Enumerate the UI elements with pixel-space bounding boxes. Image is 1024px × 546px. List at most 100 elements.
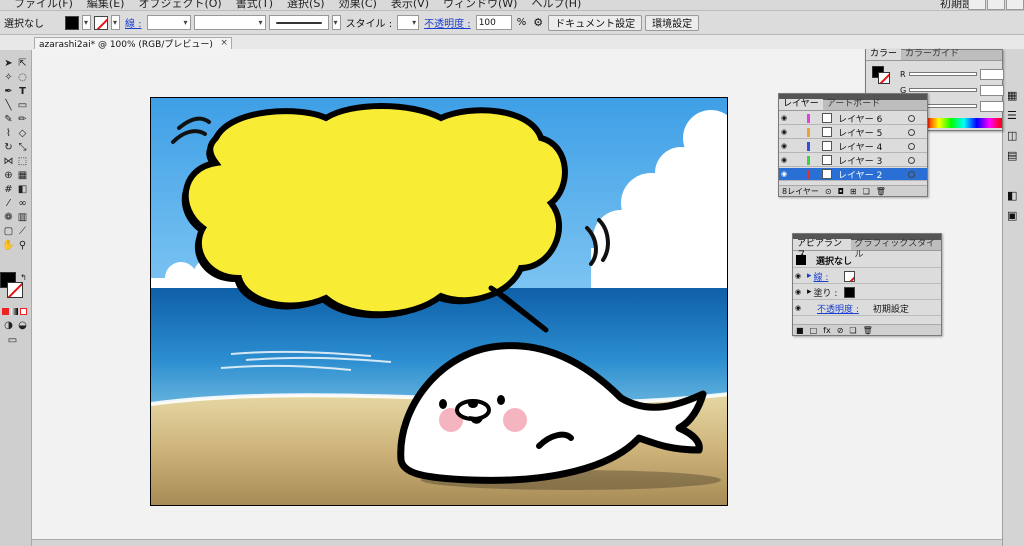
eyedropper-tool-icon[interactable]: ⁄ bbox=[2, 198, 15, 210]
visibility-eye-icon[interactable]: ◉ bbox=[779, 114, 789, 122]
visibility-eye-icon[interactable]: ◉ bbox=[793, 288, 803, 296]
magic-wand-tool-icon[interactable]: ✧ bbox=[2, 72, 15, 84]
pen-tool-icon[interactable]: ✒ bbox=[2, 86, 15, 98]
tab-appearance[interactable]: アピアランス bbox=[793, 239, 851, 260]
visibility-eye-icon[interactable]: ◉ bbox=[793, 304, 803, 312]
perspective-grid-tool-icon[interactable]: ▦ bbox=[16, 170, 29, 182]
hand-tool-icon[interactable]: ✋ bbox=[2, 240, 15, 252]
layer-row[interactable]: ◉ レイヤー 6 bbox=[779, 112, 927, 125]
appearance-stroke-swatch[interactable] bbox=[843, 270, 855, 282]
new-layer-icon[interactable]: ❏ bbox=[863, 187, 870, 196]
direct-selection-tool-icon[interactable]: ⇱ bbox=[16, 58, 29, 70]
color-stroke-swatch[interactable] bbox=[878, 72, 890, 84]
close-tab-icon[interactable]: × bbox=[220, 38, 228, 48]
delete-item-icon[interactable]: 🗑 bbox=[863, 326, 873, 335]
symbol-sprayer-tool-icon[interactable]: ❁ bbox=[2, 212, 15, 224]
layer-target-icon[interactable] bbox=[908, 114, 915, 122]
menu-item[interactable]: 書式(T) bbox=[236, 0, 273, 10]
expand-arrow-icon[interactable]: ▸ bbox=[807, 287, 812, 297]
opacity-link[interactable]: 不透明度 : bbox=[422, 15, 473, 30]
expand-arrow-icon[interactable]: ▸ bbox=[807, 271, 812, 281]
artboard[interactable] bbox=[150, 97, 728, 506]
dock-panel-icon[interactable]: ▣ bbox=[1007, 209, 1017, 222]
slice-tool-icon[interactable]: ⟋ bbox=[16, 226, 29, 238]
fill-swatch[interactable] bbox=[65, 15, 79, 30]
visibility-eye-icon[interactable]: ◉ bbox=[779, 142, 789, 150]
brush-dropdown[interactable]: ▾ bbox=[331, 15, 341, 30]
visibility-eye-icon[interactable]: ◉ bbox=[793, 272, 803, 280]
layer-target-icon[interactable] bbox=[908, 128, 915, 136]
color-mode-button[interactable] bbox=[2, 308, 9, 315]
fill-dropdown[interactable]: ▾ bbox=[82, 15, 91, 30]
menu-item[interactable]: オブジェクト(O) bbox=[138, 0, 221, 10]
visibility-eye-icon[interactable]: ◉ bbox=[779, 156, 789, 164]
pencil-tool-icon[interactable]: ✏ bbox=[16, 114, 29, 126]
rotate-tool-icon[interactable]: ↻ bbox=[2, 142, 15, 154]
tab-artboards[interactable]: アートボード bbox=[823, 99, 884, 110]
dock-panel-icon[interactable]: ◧ bbox=[1007, 189, 1017, 202]
line-tool-icon[interactable]: ╲ bbox=[2, 100, 15, 112]
menu-item[interactable]: 効果(C) bbox=[339, 0, 377, 10]
menu-item[interactable]: 選択(S) bbox=[287, 0, 325, 10]
style-dropdown[interactable]: ▾ bbox=[397, 15, 420, 30]
swap-colors-icon[interactable]: ↰ bbox=[17, 272, 30, 284]
tab-layers[interactable]: レイヤー bbox=[779, 99, 823, 110]
gradient-tool-icon[interactable]: ◧ bbox=[16, 184, 29, 196]
width-tool-icon[interactable]: ⋈ bbox=[2, 156, 15, 168]
slider-b-value[interactable] bbox=[979, 100, 1004, 112]
new-sublayer-icon[interactable]: ⊞ bbox=[850, 187, 857, 196]
delete-layer-icon[interactable]: 🗑 bbox=[876, 187, 886, 196]
appearance-fill-row[interactable]: ◉ ▸ 塗り : bbox=[793, 285, 941, 300]
tab-color-guide[interactable]: カラーガイド bbox=[901, 49, 963, 60]
menu-item[interactable]: 編集(E) bbox=[87, 0, 125, 10]
draw-inside-icon[interactable]: ◒ bbox=[16, 320, 29, 332]
tab-graphic-styles[interactable]: グラフィックスタイル bbox=[851, 239, 941, 260]
eraser-tool-icon[interactable]: ◇ bbox=[16, 128, 29, 140]
layer-row[interactable]: ◉ レイヤー 3 bbox=[779, 154, 927, 167]
mesh-tool-icon[interactable]: # bbox=[2, 184, 15, 196]
slider-r-value[interactable] bbox=[979, 68, 1004, 80]
add-effect-icon[interactable]: fx bbox=[823, 326, 831, 335]
appearance-stroke-label[interactable]: 線 : bbox=[814, 270, 844, 283]
dock-panel-icon[interactable]: ▤ bbox=[1007, 149, 1017, 162]
stroke-weight-field[interactable]: ▾ bbox=[146, 15, 191, 30]
stroke-swatch[interactable] bbox=[94, 15, 108, 30]
minimize-button[interactable] bbox=[968, 0, 986, 10]
rectangle-tool-icon[interactable]: ▭ bbox=[16, 100, 29, 112]
preferences-button[interactable]: 環境設定 bbox=[645, 14, 700, 31]
clipping-mask-icon[interactable]: ◘ bbox=[838, 187, 844, 196]
dock-panel-icon[interactable]: ◫ bbox=[1007, 129, 1017, 142]
lasso-tool-icon[interactable]: ◌ bbox=[16, 72, 29, 84]
column-graph-tool-icon[interactable]: ▥ bbox=[16, 212, 29, 224]
opacity-input[interactable]: 100 bbox=[475, 15, 512, 30]
visibility-eye-icon[interactable]: ◉ bbox=[779, 170, 789, 178]
menu-item[interactable]: 表示(V) bbox=[391, 0, 429, 10]
document-tab[interactable]: azarashi2ai* @ 100% (RGB/プレビュー) × bbox=[34, 37, 232, 50]
draw-mode-icon[interactable]: ◑ bbox=[2, 320, 15, 332]
shape-builder-tool-icon[interactable]: ⊕ bbox=[2, 170, 15, 182]
dock-panel-icon[interactable]: ▦ bbox=[1007, 89, 1017, 102]
blend-tool-icon[interactable]: ∞ bbox=[16, 198, 29, 210]
none-mode-button[interactable] bbox=[20, 308, 27, 315]
layer-target-icon[interactable] bbox=[908, 170, 915, 178]
layer-row[interactable]: ◉ レイヤー 2 bbox=[779, 168, 927, 181]
layer-row[interactable]: ◉ レイヤー 5 bbox=[779, 126, 927, 139]
menu-item[interactable]: ファイル(F) bbox=[14, 0, 73, 10]
screen-mode-icon[interactable]: ▭ bbox=[6, 335, 19, 347]
stroke-color-box[interactable] bbox=[7, 282, 23, 298]
stroke-dropdown[interactable]: ▾ bbox=[111, 15, 120, 30]
visibility-eye-icon[interactable]: ◉ bbox=[779, 128, 789, 136]
close-window-button[interactable] bbox=[1006, 0, 1024, 10]
artboard-tool-icon[interactable]: ▢ bbox=[2, 226, 15, 238]
locate-object-icon[interactable]: ⊙ bbox=[825, 187, 832, 196]
blob-brush-tool-icon[interactable]: ⌇ bbox=[2, 128, 15, 140]
type-tool-icon[interactable]: T bbox=[16, 86, 29, 98]
paintbrush-tool-icon[interactable]: ✎ bbox=[2, 114, 15, 126]
appearance-opacity-row[interactable]: ◉ 不透明度 : 初期設定 bbox=[793, 301, 941, 316]
maximize-button[interactable] bbox=[987, 0, 1005, 10]
slider-g-value[interactable] bbox=[980, 84, 1005, 96]
menu-item[interactable]: ヘルプ(H) bbox=[531, 0, 581, 10]
variable-width-dropdown[interactable]: ▾ bbox=[193, 15, 266, 30]
dock-panel-icon[interactable]: ☰ bbox=[1007, 109, 1017, 122]
brush-definition-preview[interactable] bbox=[268, 15, 329, 30]
